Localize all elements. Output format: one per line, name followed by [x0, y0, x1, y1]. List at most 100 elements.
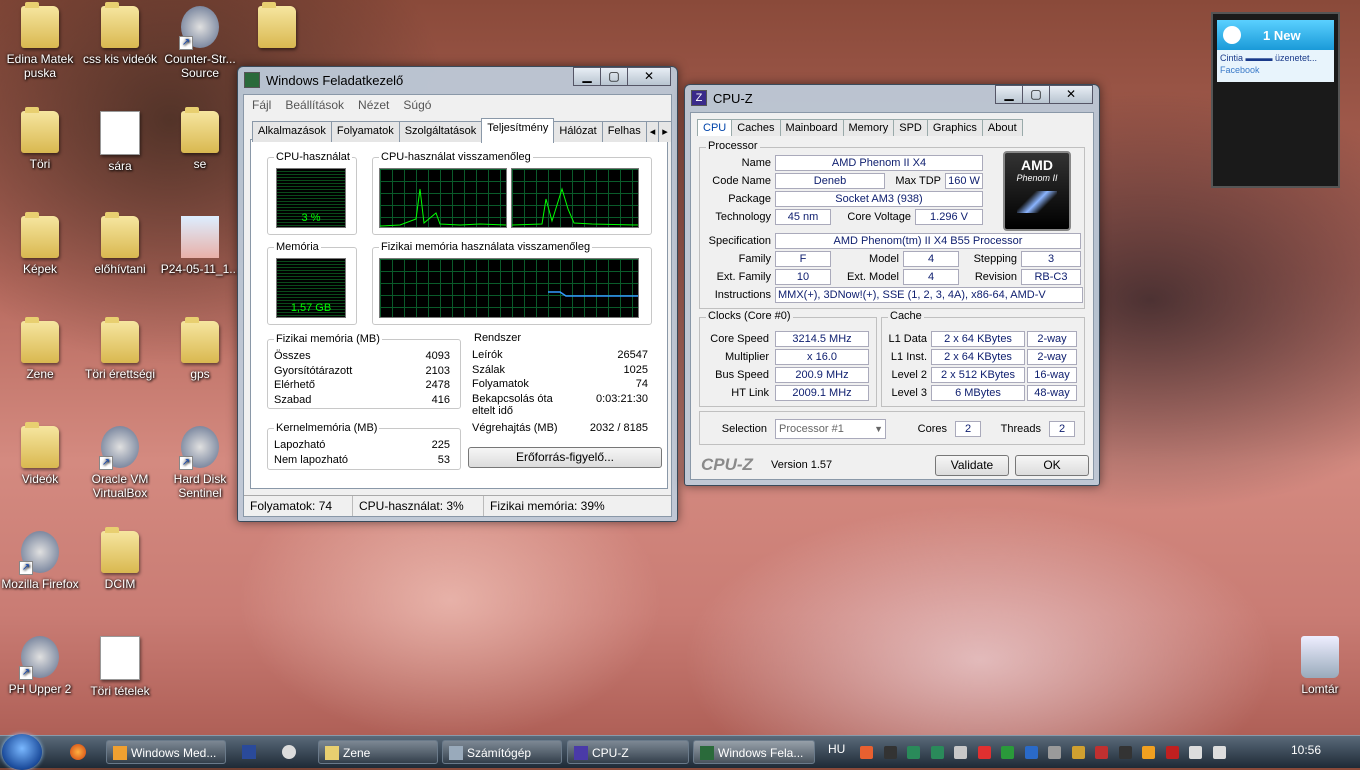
menu-help[interactable]: Súgó — [403, 98, 431, 112]
tab-graphics[interactable]: Graphics — [926, 119, 983, 136]
desktop-icon-10[interactable]: Zene — [0, 317, 80, 381]
desktop-icon-1[interactable]: css kis videók — [80, 2, 160, 66]
notification-body[interactable]: Cintia ▬▬▬ üzenetet... Facebook — [1217, 50, 1334, 82]
desktop-icon-14[interactable]: Oracle VM VirtualBox — [80, 426, 160, 500]
taskbar-task-manager[interactable]: Windows Fela... — [693, 740, 815, 764]
taskbar-zene[interactable]: Zene — [318, 740, 438, 764]
minimize-button[interactable]: ▁ — [573, 67, 601, 86]
cache-level-label: L1 Data — [888, 333, 927, 345]
taskbar-computer[interactable]: Számítógép — [442, 740, 562, 764]
tray-icon[interactable] — [977, 746, 991, 759]
desktop-icon-18[interactable]: PH Upper 2 — [0, 636, 80, 696]
maximize-button[interactable]: ▢ — [600, 67, 628, 86]
physmem-label: Összes — [274, 350, 311, 362]
desktop-icon-8[interactable]: előhívtani — [80, 212, 160, 276]
firefox-quicklaunch-icon[interactable] — [70, 744, 86, 760]
physmem-value: 416 — [431, 393, 450, 406]
desktop-icon-5[interactable]: sára — [80, 111, 160, 173]
validate-button[interactable]: Validate — [935, 455, 1009, 476]
window-title: Windows Feladatkezelő — [266, 72, 404, 88]
ok-button[interactable]: OK — [1015, 455, 1089, 476]
notification-gadget[interactable]: 1 New Cintia ▬▬▬ üzenetet... Facebook — [1211, 12, 1340, 188]
tray-icon[interactable] — [1118, 746, 1132, 759]
tray-icon[interactable] — [1095, 746, 1108, 759]
tray-icon[interactable] — [930, 746, 944, 759]
resource-monitor-button[interactable]: Erőforrás-figyelő... — [468, 447, 662, 468]
desktop-icon-13[interactable]: Videók — [0, 422, 80, 486]
desktop-icon-19[interactable]: Töri tételek — [80, 636, 160, 698]
tray-icon[interactable] — [860, 746, 873, 759]
task-manager-window[interactable]: Windows Feladatkezelő ▁ ▢ ✕ Fájl Beállít… — [237, 66, 678, 522]
cache-level-label: Level 2 — [891, 369, 927, 381]
taskbar-cpuz[interactable]: CPU-Z — [567, 740, 689, 764]
app-icon — [179, 426, 219, 470]
tray-icon[interactable] — [1071, 746, 1085, 759]
tab-processes[interactable]: Folyamatok — [330, 121, 400, 142]
memory-group: Memória 1,57 GB — [267, 241, 357, 325]
desktop-icon-17[interactable]: DCIM — [80, 527, 160, 591]
menu-file[interactable]: Fájl — [252, 98, 271, 112]
desktop-icon-4[interactable]: Töri — [0, 107, 80, 171]
tab-users[interactable]: Felhas — [601, 121, 647, 142]
steam-icon[interactable] — [282, 745, 296, 759]
desktop-icon-0[interactable]: Edina Matek puska — [0, 2, 80, 80]
tray-icon[interactable] — [907, 746, 920, 759]
language-indicator[interactable]: HU — [828, 742, 845, 762]
taskbar-button-label: CPU-Z — [592, 746, 629, 760]
cache-size-value: 2 x 64 KBytes — [931, 349, 1025, 365]
maximize-button[interactable]: ▢ — [1022, 85, 1050, 104]
tab-mainboard[interactable]: Mainboard — [779, 119, 844, 136]
close-button[interactable]: ✕ — [627, 67, 671, 86]
tray-icon[interactable] — [954, 746, 967, 759]
tray-icon[interactable] — [1001, 746, 1014, 759]
desktop-icon-3[interactable] — [237, 2, 317, 52]
taskbar-windows-media[interactable]: Windows Med... — [106, 740, 226, 764]
cpuz-window[interactable]: Z CPU-Z ▁ ▢ ✕ CPU Caches Mainboard Memor… — [684, 84, 1100, 486]
tray-icon[interactable] — [883, 746, 897, 759]
app-icon — [179, 6, 219, 50]
close-button[interactable]: ✕ — [1049, 85, 1093, 104]
tab-memory[interactable]: Memory — [842, 119, 895, 136]
tray-icon[interactable] — [1048, 746, 1061, 759]
extfamily-label: Ext. Family — [716, 271, 771, 283]
tab-cpu[interactable]: CPU — [697, 119, 733, 136]
app-icon — [99, 426, 139, 470]
tab-services[interactable]: Szolgáltatások — [398, 121, 483, 142]
desktop-icon-label: Hard Disk Sentinel — [173, 472, 227, 500]
system-value: 2032 / 8185 — [589, 421, 648, 434]
start-button[interactable] — [2, 734, 42, 770]
desktop-icon-9[interactable]: P24-05-11_1... — [160, 216, 240, 276]
tray-icon[interactable] — [1142, 746, 1155, 759]
tray-icon[interactable] — [1024, 746, 1038, 759]
tab-about[interactable]: About — [981, 119, 1023, 136]
desktop-icon-16[interactable]: Mozilla Firefox — [0, 531, 80, 591]
desktop-icon-2[interactable]: Counter-Str... Source — [160, 6, 240, 80]
threads-value: 2 — [1049, 421, 1075, 437]
tab-scroll-left[interactable]: ◂ — [645, 121, 660, 142]
tab-performance[interactable]: Teljesítmény — [481, 118, 555, 143]
tray-icon[interactable] — [1189, 746, 1202, 759]
processor-select[interactable]: Processor #1 ▼ — [775, 419, 886, 439]
menu-view[interactable]: Nézet — [358, 98, 389, 112]
tab-scroll-right[interactable]: ▸ — [658, 121, 672, 142]
minimize-button[interactable]: ▁ — [995, 85, 1023, 104]
tray-icon[interactable] — [1212, 746, 1226, 759]
physical-memory-group: Fizikai memória (MB) Összes 4093 Gyorsítót… — [267, 333, 461, 409]
desktop-icon-20[interactable]: Lomtár — [1280, 636, 1360, 696]
tab-caches[interactable]: Caches — [731, 119, 781, 136]
tab-networking[interactable]: Hálózat — [553, 121, 603, 142]
desktop-icon-11[interactable]: Töri érettségi — [80, 317, 160, 381]
desktop-icon-6[interactable]: se — [160, 107, 240, 171]
tab-spd[interactable]: SPD — [893, 119, 928, 136]
save-icon[interactable] — [242, 745, 256, 759]
menu-options[interactable]: Beállítások — [285, 98, 344, 112]
amd-phenom-logo: AMD Phenom II — [1003, 151, 1071, 231]
desktop-icon-12[interactable]: gps — [160, 317, 240, 381]
tab-applications[interactable]: Alkalmazások — [252, 121, 332, 142]
clock[interactable]: 10:56 — [1291, 743, 1321, 763]
desktop-icon-7[interactable]: Képek — [0, 212, 80, 276]
tray-icon[interactable] — [1165, 746, 1179, 759]
taskbar-button-label: Windows Fela... — [718, 746, 804, 760]
cores-label: Cores — [917, 423, 947, 435]
desktop-icon-15[interactable]: Hard Disk Sentinel — [160, 426, 240, 500]
